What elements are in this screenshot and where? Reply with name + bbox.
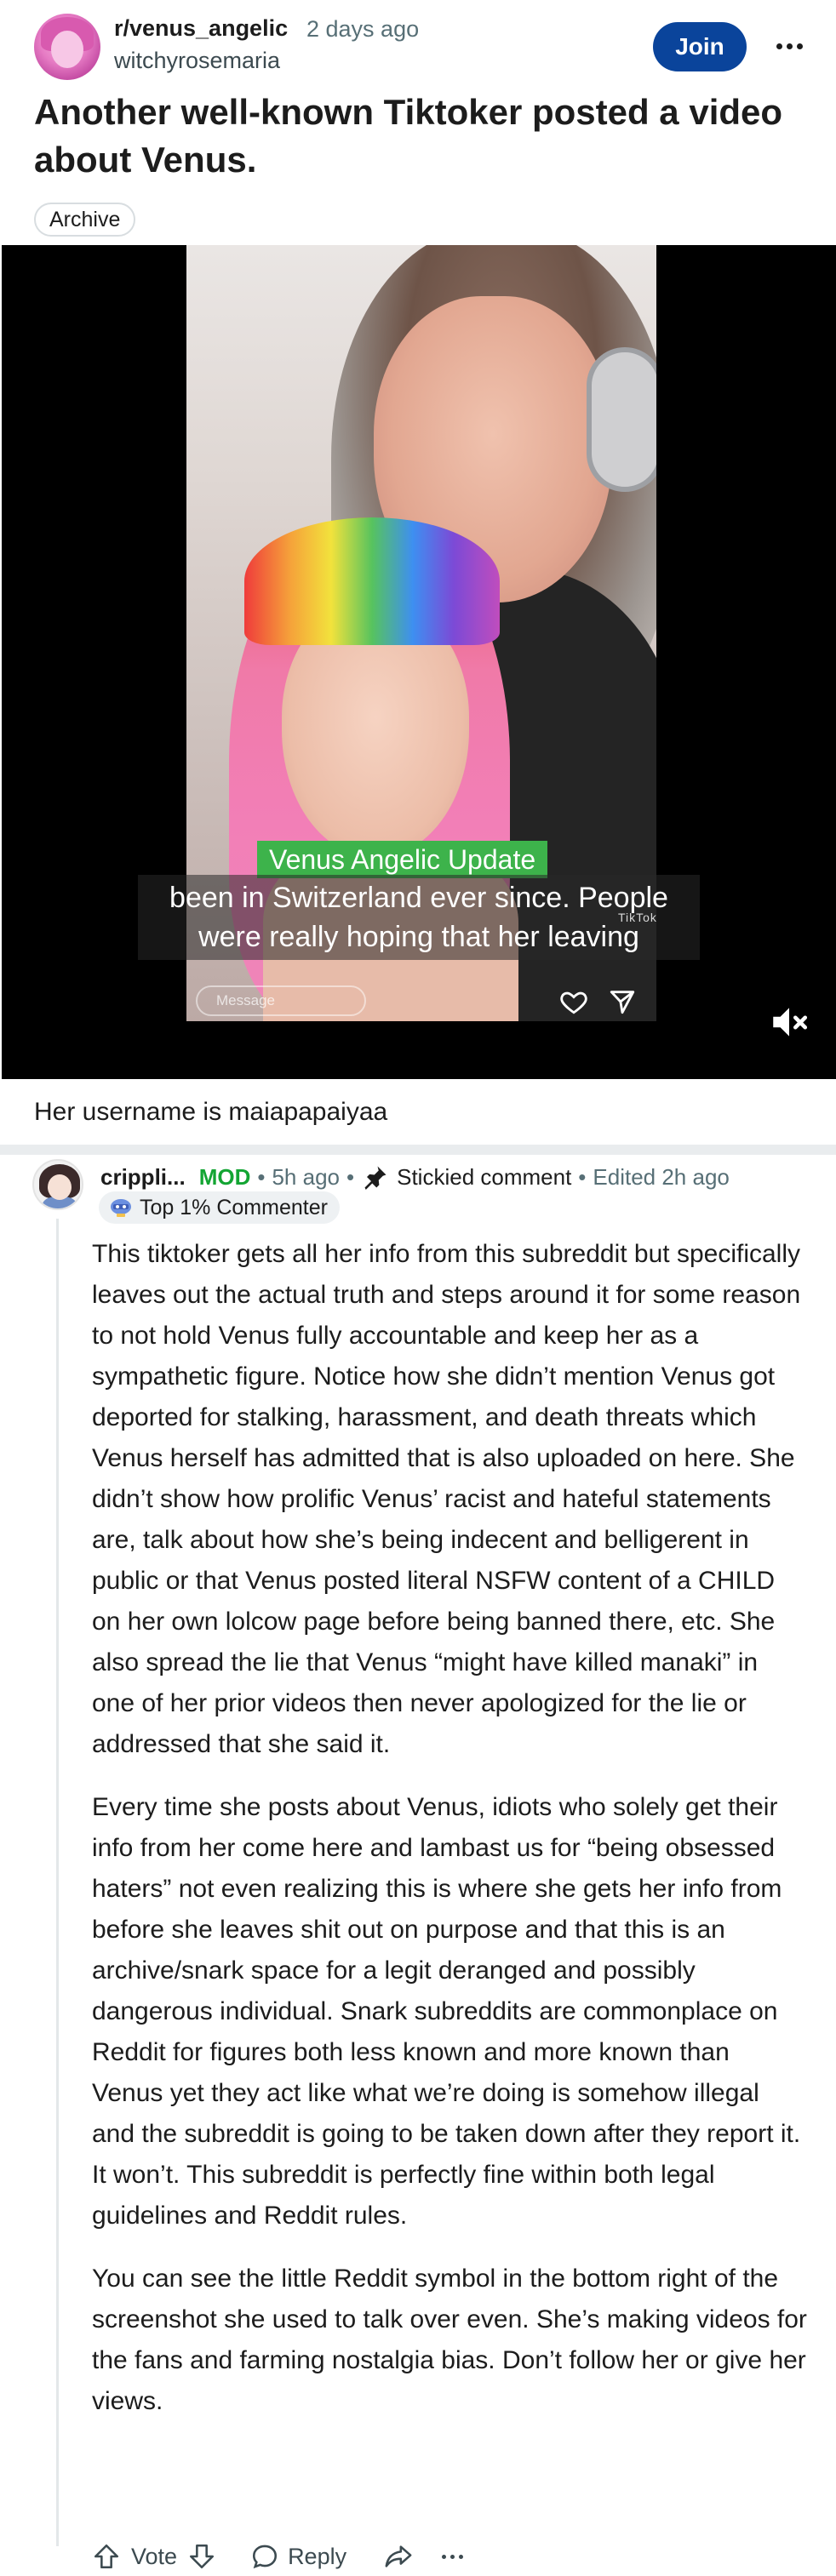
- thread-line[interactable]: [56, 1219, 59, 2546]
- video-player[interactable]: Venus Angelic Update been in Switzerland…: [2, 245, 836, 1079]
- mute-icon[interactable]: [768, 1001, 810, 1043]
- post-body-text: Her username is maiapapaiyaa: [34, 1098, 388, 1126]
- top-commenter-badge[interactable]: Top 1% Commenter: [99, 1191, 340, 1224]
- vote-label: Vote: [131, 2543, 178, 2569]
- post-time: 2 days ago: [306, 16, 420, 42]
- downvote-icon[interactable]: [187, 2542, 216, 2571]
- section-divider: [0, 1145, 836, 1155]
- subreddit-avatar[interactable]: [34, 14, 100, 80]
- share-icon[interactable]: [384, 2542, 413, 2571]
- heart-icon: [560, 991, 587, 1014]
- reply-button[interactable]: Reply: [250, 2542, 346, 2571]
- comment-paragraph: This tiktoker gets all her info from thi…: [92, 1240, 801, 1758]
- stickied-label: Stickied comment: [397, 1163, 572, 1190]
- post-title[interactable]: Another well-known Tiktoker posted a vid…: [34, 89, 800, 184]
- mod-badge: MOD: [198, 1163, 251, 1190]
- video-message-bar: Message: [196, 985, 366, 1016]
- join-button[interactable]: Join: [653, 22, 747, 71]
- comment-more-icon[interactable]: [435, 2539, 469, 2573]
- comment-meta: crippli... MOD • 5h ago • Stickied comme…: [100, 1163, 730, 1191]
- edited-label: Edited 2h ago: [593, 1163, 730, 1190]
- subreddit-name[interactable]: r/venus_angelic: [114, 15, 288, 42]
- comment-time: 5h ago: [272, 1163, 340, 1190]
- send-icon: [610, 991, 635, 1014]
- comment-username[interactable]: crippli...: [100, 1164, 186, 1191]
- comment-actions: Vote Reply: [92, 2538, 469, 2575]
- upvote-icon[interactable]: [92, 2542, 121, 2571]
- comment-paragraph: You can see the little Reddit symbol in …: [92, 2265, 807, 2415]
- badge-label: Top 1% Commenter: [140, 1195, 328, 1219]
- post-author[interactable]: witchyrosemaria: [114, 48, 280, 74]
- post-flair[interactable]: Archive: [34, 203, 136, 237]
- tiktok-watermark: TikTok: [618, 911, 657, 924]
- reply-icon: [253, 2545, 278, 2569]
- video-overlay-label: Venus Angelic Update: [257, 841, 548, 878]
- comment-paragraph: Every time she posts about Venus, idiots…: [92, 1793, 801, 2230]
- more-icon[interactable]: [770, 29, 808, 63]
- reply-label: Reply: [288, 2543, 347, 2569]
- trophy-icon: [111, 1199, 131, 1217]
- vote-group: Vote: [92, 2542, 216, 2571]
- video-caption: been in Switzerland ever since. People w…: [138, 875, 700, 960]
- commenter-avatar[interactable]: [32, 1159, 83, 1210]
- headphone-shape: [587, 347, 656, 492]
- pin-icon: [364, 1166, 387, 1190]
- post-header: r/venus_angelic 2 days ago witchyrosemar…: [0, 0, 836, 85]
- comment-body: This tiktoker gets all her info from thi…: [92, 1234, 807, 2444]
